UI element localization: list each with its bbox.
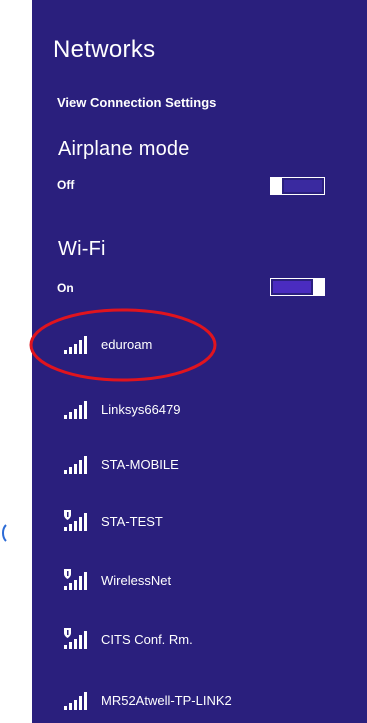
wifi-signal-icon bbox=[64, 456, 87, 474]
network-item[interactable]: CITS Conf. Rm. bbox=[62, 625, 352, 653]
airplane-mode-state: Off bbox=[57, 178, 75, 192]
toggle-track bbox=[273, 281, 311, 293]
network-name: STA-TEST bbox=[101, 513, 163, 529]
toggle-track bbox=[284, 180, 322, 192]
wifi-signal-icon bbox=[64, 336, 87, 354]
networks-panel: Networks View Connection Settings Airpla… bbox=[32, 0, 367, 723]
network-item[interactable]: MR52Atwell-TP-LINK2 bbox=[62, 686, 352, 714]
wifi-secured-icon bbox=[64, 569, 87, 590]
network-name: WirelessNet bbox=[101, 572, 172, 588]
airplane-mode-title: Airplane mode bbox=[58, 138, 190, 160]
network-name: MR52Atwell-TP-LINK2 bbox=[101, 692, 232, 708]
toggle-thumb bbox=[313, 278, 325, 296]
network-name: eduroam bbox=[101, 336, 153, 352]
wifi-signal-icon bbox=[64, 692, 87, 710]
network-name: STA-MOBILE bbox=[101, 456, 179, 472]
wifi-secured-icon bbox=[64, 510, 87, 531]
wifi-state: On bbox=[57, 281, 74, 295]
wifi-title: Wi-Fi bbox=[58, 238, 106, 260]
wifi-toggle[interactable] bbox=[270, 278, 325, 296]
view-connection-settings-link[interactable]: View Connection Settings bbox=[57, 95, 216, 110]
network-item[interactable]: WirelessNet bbox=[62, 566, 352, 594]
network-name: Linksys66479 bbox=[101, 401, 181, 417]
network-item[interactable]: STA-TEST bbox=[62, 507, 352, 535]
edge-mark bbox=[2, 524, 7, 542]
network-item[interactable]: Linksys66479 bbox=[62, 395, 352, 423]
wifi-signal-icon bbox=[64, 401, 87, 419]
toggle-thumb bbox=[270, 177, 282, 195]
panel-title: Networks bbox=[53, 36, 156, 63]
network-name: CITS Conf. Rm. bbox=[101, 631, 193, 647]
network-item[interactable]: STA-MOBILE bbox=[62, 450, 352, 478]
airplane-mode-toggle[interactable] bbox=[270, 177, 325, 195]
network-item[interactable]: eduroam bbox=[62, 330, 352, 358]
wifi-secured-icon bbox=[64, 628, 87, 649]
